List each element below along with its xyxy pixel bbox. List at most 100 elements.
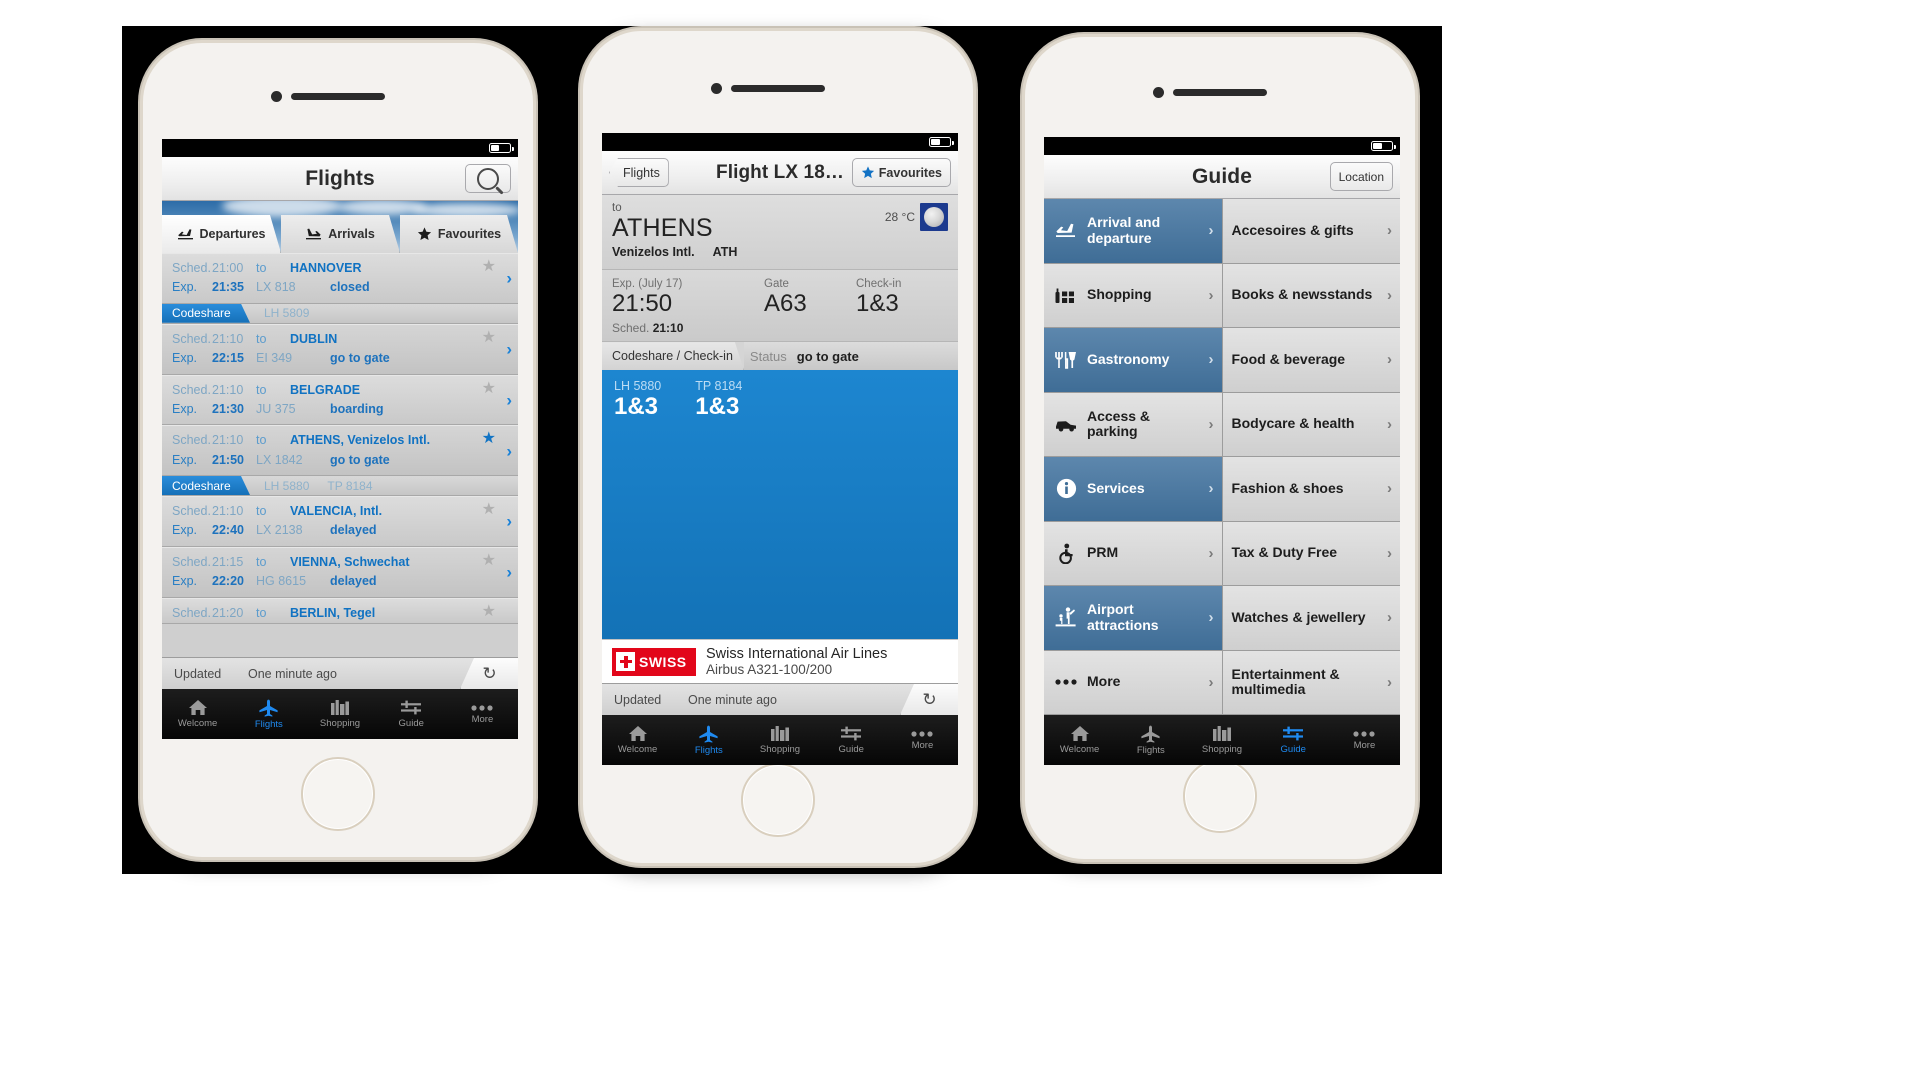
tab-shopping[interactable]: Shopping bbox=[304, 689, 375, 739]
phone3-screen: Guide Location Arrival and departure › S… bbox=[1044, 137, 1400, 765]
guide-icon bbox=[1283, 726, 1304, 741]
to-label: to bbox=[256, 261, 267, 275]
guide-item-label: Services bbox=[1087, 479, 1145, 496]
guide-item-label: Food & beverage bbox=[1231, 350, 1346, 367]
tab-more[interactable]: More bbox=[887, 715, 958, 765]
guide-item-shopping[interactable]: Shopping › bbox=[1044, 263, 1222, 328]
favourites-button[interactable]: Favourites bbox=[851, 158, 951, 187]
tab-shopping[interactable]: Shopping bbox=[1186, 715, 1257, 765]
guide-item-label: Books & newsstands bbox=[1231, 286, 1373, 303]
guide-item-airport-attractions[interactable]: Airport attractions › bbox=[1044, 586, 1222, 651]
tab-flights[interactable]: Flights bbox=[233, 689, 304, 739]
guide-item-services[interactable]: Services › bbox=[1044, 457, 1222, 522]
search-button[interactable] bbox=[465, 164, 511, 193]
guide-item-watches-jewellery[interactable]: Watches & jewellery › bbox=[1222, 586, 1400, 651]
tab-arrivals[interactable]: Arrivals bbox=[281, 215, 400, 253]
tab-welcome[interactable]: Welcome bbox=[1044, 715, 1115, 765]
tab-shopping-label: Shopping bbox=[319, 718, 361, 729]
table-row[interactable]: ★ › Sched. 21:15 to VIENNA, Schwechat Ex… bbox=[162, 546, 518, 598]
home-button[interactable] bbox=[741, 763, 815, 837]
guide-item-bodycare-health[interactable]: Bodycare & health › bbox=[1222, 392, 1400, 457]
chevron-right-icon: › bbox=[1387, 415, 1392, 433]
chevron-right-icon: › bbox=[1208, 609, 1214, 627]
status-bar bbox=[1044, 137, 1400, 155]
refresh-button[interactable]: ↻ bbox=[460, 658, 518, 689]
table-row[interactable]: ★ › Sched. 21:10 to BELGRADE Exp. 21:30 … bbox=[162, 374, 518, 426]
tab-flights-label: Flights bbox=[694, 744, 723, 756]
guide-item-access-parking[interactable]: Access & parking › bbox=[1044, 392, 1222, 457]
chevron-right-icon[interactable]: › bbox=[506, 564, 512, 581]
favourite-star-icon[interactable]: ★ bbox=[482, 329, 496, 346]
chevron-right-icon[interactable]: › bbox=[506, 391, 512, 408]
shopping-icon bbox=[331, 700, 349, 715]
table-row[interactable]: ★ Sched. 21:20 to BERLIN, Tegel bbox=[162, 597, 518, 624]
updated-value: One minute ago bbox=[248, 666, 337, 681]
guide-item-entertainment-multimedia[interactable]: Entertainment & multimedia › bbox=[1222, 650, 1400, 715]
guide-item-more[interactable]: More › bbox=[1044, 650, 1222, 715]
chevron-right-icon: › bbox=[1387, 609, 1392, 627]
tab-more[interactable]: More bbox=[1329, 715, 1400, 765]
chevron-right-icon[interactable]: › bbox=[506, 442, 512, 459]
destination: BELGRADE bbox=[290, 382, 361, 397]
chevron-right-icon[interactable]: › bbox=[506, 270, 512, 287]
back-button-label: Flights bbox=[623, 165, 660, 180]
status-value: go to gate bbox=[796, 348, 859, 364]
favourite-star-icon[interactable]: ★ bbox=[482, 380, 496, 397]
guide-item-label: Arrival and departure bbox=[1087, 214, 1161, 246]
shopping-bag-icon bbox=[1053, 287, 1079, 304]
phone-device-guide: Guide Location Arrival and departure › S… bbox=[1022, 34, 1418, 862]
favourite-star-icon[interactable]: ★ bbox=[482, 259, 496, 275]
chevron-right-icon: › bbox=[1208, 673, 1214, 691]
chevron-right-icon: › bbox=[1387, 351, 1392, 369]
tab-guide[interactable]: Guide bbox=[1258, 715, 1329, 765]
home-icon bbox=[188, 700, 207, 715]
guide-item-label: PRM bbox=[1087, 544, 1119, 561]
guide-item-books-newsstands[interactable]: Books & newsstands › bbox=[1222, 263, 1400, 328]
guide-item-label: Watches & jewellery bbox=[1231, 608, 1366, 625]
favourite-star-icon[interactable]: ★ bbox=[482, 552, 496, 569]
tab-shopping[interactable]: Shopping bbox=[744, 715, 815, 765]
flights-list[interactable]: ★ › Sched. 21:00 to HANNOVER Exp. 21:35 … bbox=[162, 253, 518, 657]
tab-guide[interactable]: Guide bbox=[376, 689, 447, 739]
guide-item-tax-duty-free[interactable]: Tax & Duty Free › bbox=[1222, 521, 1400, 586]
favourite-star-icon[interactable]: ★ bbox=[482, 603, 496, 620]
expected-time: 21:50 bbox=[612, 289, 673, 317]
chevron-right-icon[interactable]: › bbox=[506, 513, 512, 530]
guide-item-fashion-shoes[interactable]: Fashion & shoes › bbox=[1222, 457, 1400, 522]
front-camera-icon bbox=[271, 91, 282, 102]
table-row[interactable]: ★ › Sched. 21:10 to ATHENS, Venizelos In… bbox=[162, 425, 518, 476]
tab-welcome[interactable]: Welcome bbox=[162, 689, 233, 739]
tab-departures[interactable]: Departures bbox=[162, 215, 281, 253]
location-button[interactable]: Location bbox=[1329, 162, 1393, 191]
table-row[interactable]: ★ › Sched. 21:00 to HANNOVER Exp. 21:35 … bbox=[162, 253, 518, 304]
guide-item-food-beverage[interactable]: Food & beverage › bbox=[1222, 328, 1400, 393]
back-button[interactable]: Flights bbox=[609, 158, 669, 187]
table-row[interactable]: ★ › Sched. 21:10 to DUBLIN Exp. 22:15 EI… bbox=[162, 323, 518, 375]
guide-item-arrival-departure[interactable]: Arrival and departure › bbox=[1044, 199, 1222, 264]
flight-status: delayed bbox=[330, 574, 377, 589]
codeshare-tag: Codeshare bbox=[162, 476, 250, 495]
tab-codeshare-checkin[interactable]: Codeshare / Check-in bbox=[602, 342, 744, 370]
guide-item-prm[interactable]: PRM › bbox=[1044, 521, 1222, 586]
status-block: Status go to gate bbox=[743, 342, 958, 371]
table-row[interactable]: ★ › Sched. 21:10 to VALENCIA, Intl. Exp.… bbox=[162, 496, 518, 547]
guide-item-accessoires-gifts[interactable]: Accesoires & gifts › bbox=[1222, 199, 1400, 264]
tab-favourites[interactable]: Favourites bbox=[400, 215, 518, 253]
favourite-star-icon[interactable]: ★ bbox=[482, 502, 496, 518]
tab-flights[interactable]: Flights bbox=[673, 715, 744, 765]
sched-time: 21:10 bbox=[212, 504, 244, 518]
screenshot-root: Flights Departures Arrivals Favourites ★… bbox=[0, 0, 1920, 1073]
favourite-star-icon[interactable]: ★ bbox=[482, 431, 496, 447]
chevron-right-icon[interactable]: › bbox=[506, 341, 512, 358]
home-button[interactable] bbox=[1183, 759, 1257, 833]
tab-welcome[interactable]: Welcome bbox=[602, 715, 673, 765]
refresh-button[interactable]: ↻ bbox=[900, 684, 958, 715]
tab-welcome-label: Welcome bbox=[617, 744, 658, 755]
gate-label: Gate bbox=[764, 277, 789, 290]
codeshare-checkin: 1&3 bbox=[614, 393, 659, 421]
guide-item-gastronomy[interactable]: Gastronomy › bbox=[1044, 328, 1222, 393]
tab-more[interactable]: More bbox=[447, 689, 518, 739]
home-button[interactable] bbox=[301, 757, 375, 831]
tab-guide[interactable]: Guide bbox=[816, 715, 887, 765]
tab-flights[interactable]: Flights bbox=[1115, 715, 1186, 765]
